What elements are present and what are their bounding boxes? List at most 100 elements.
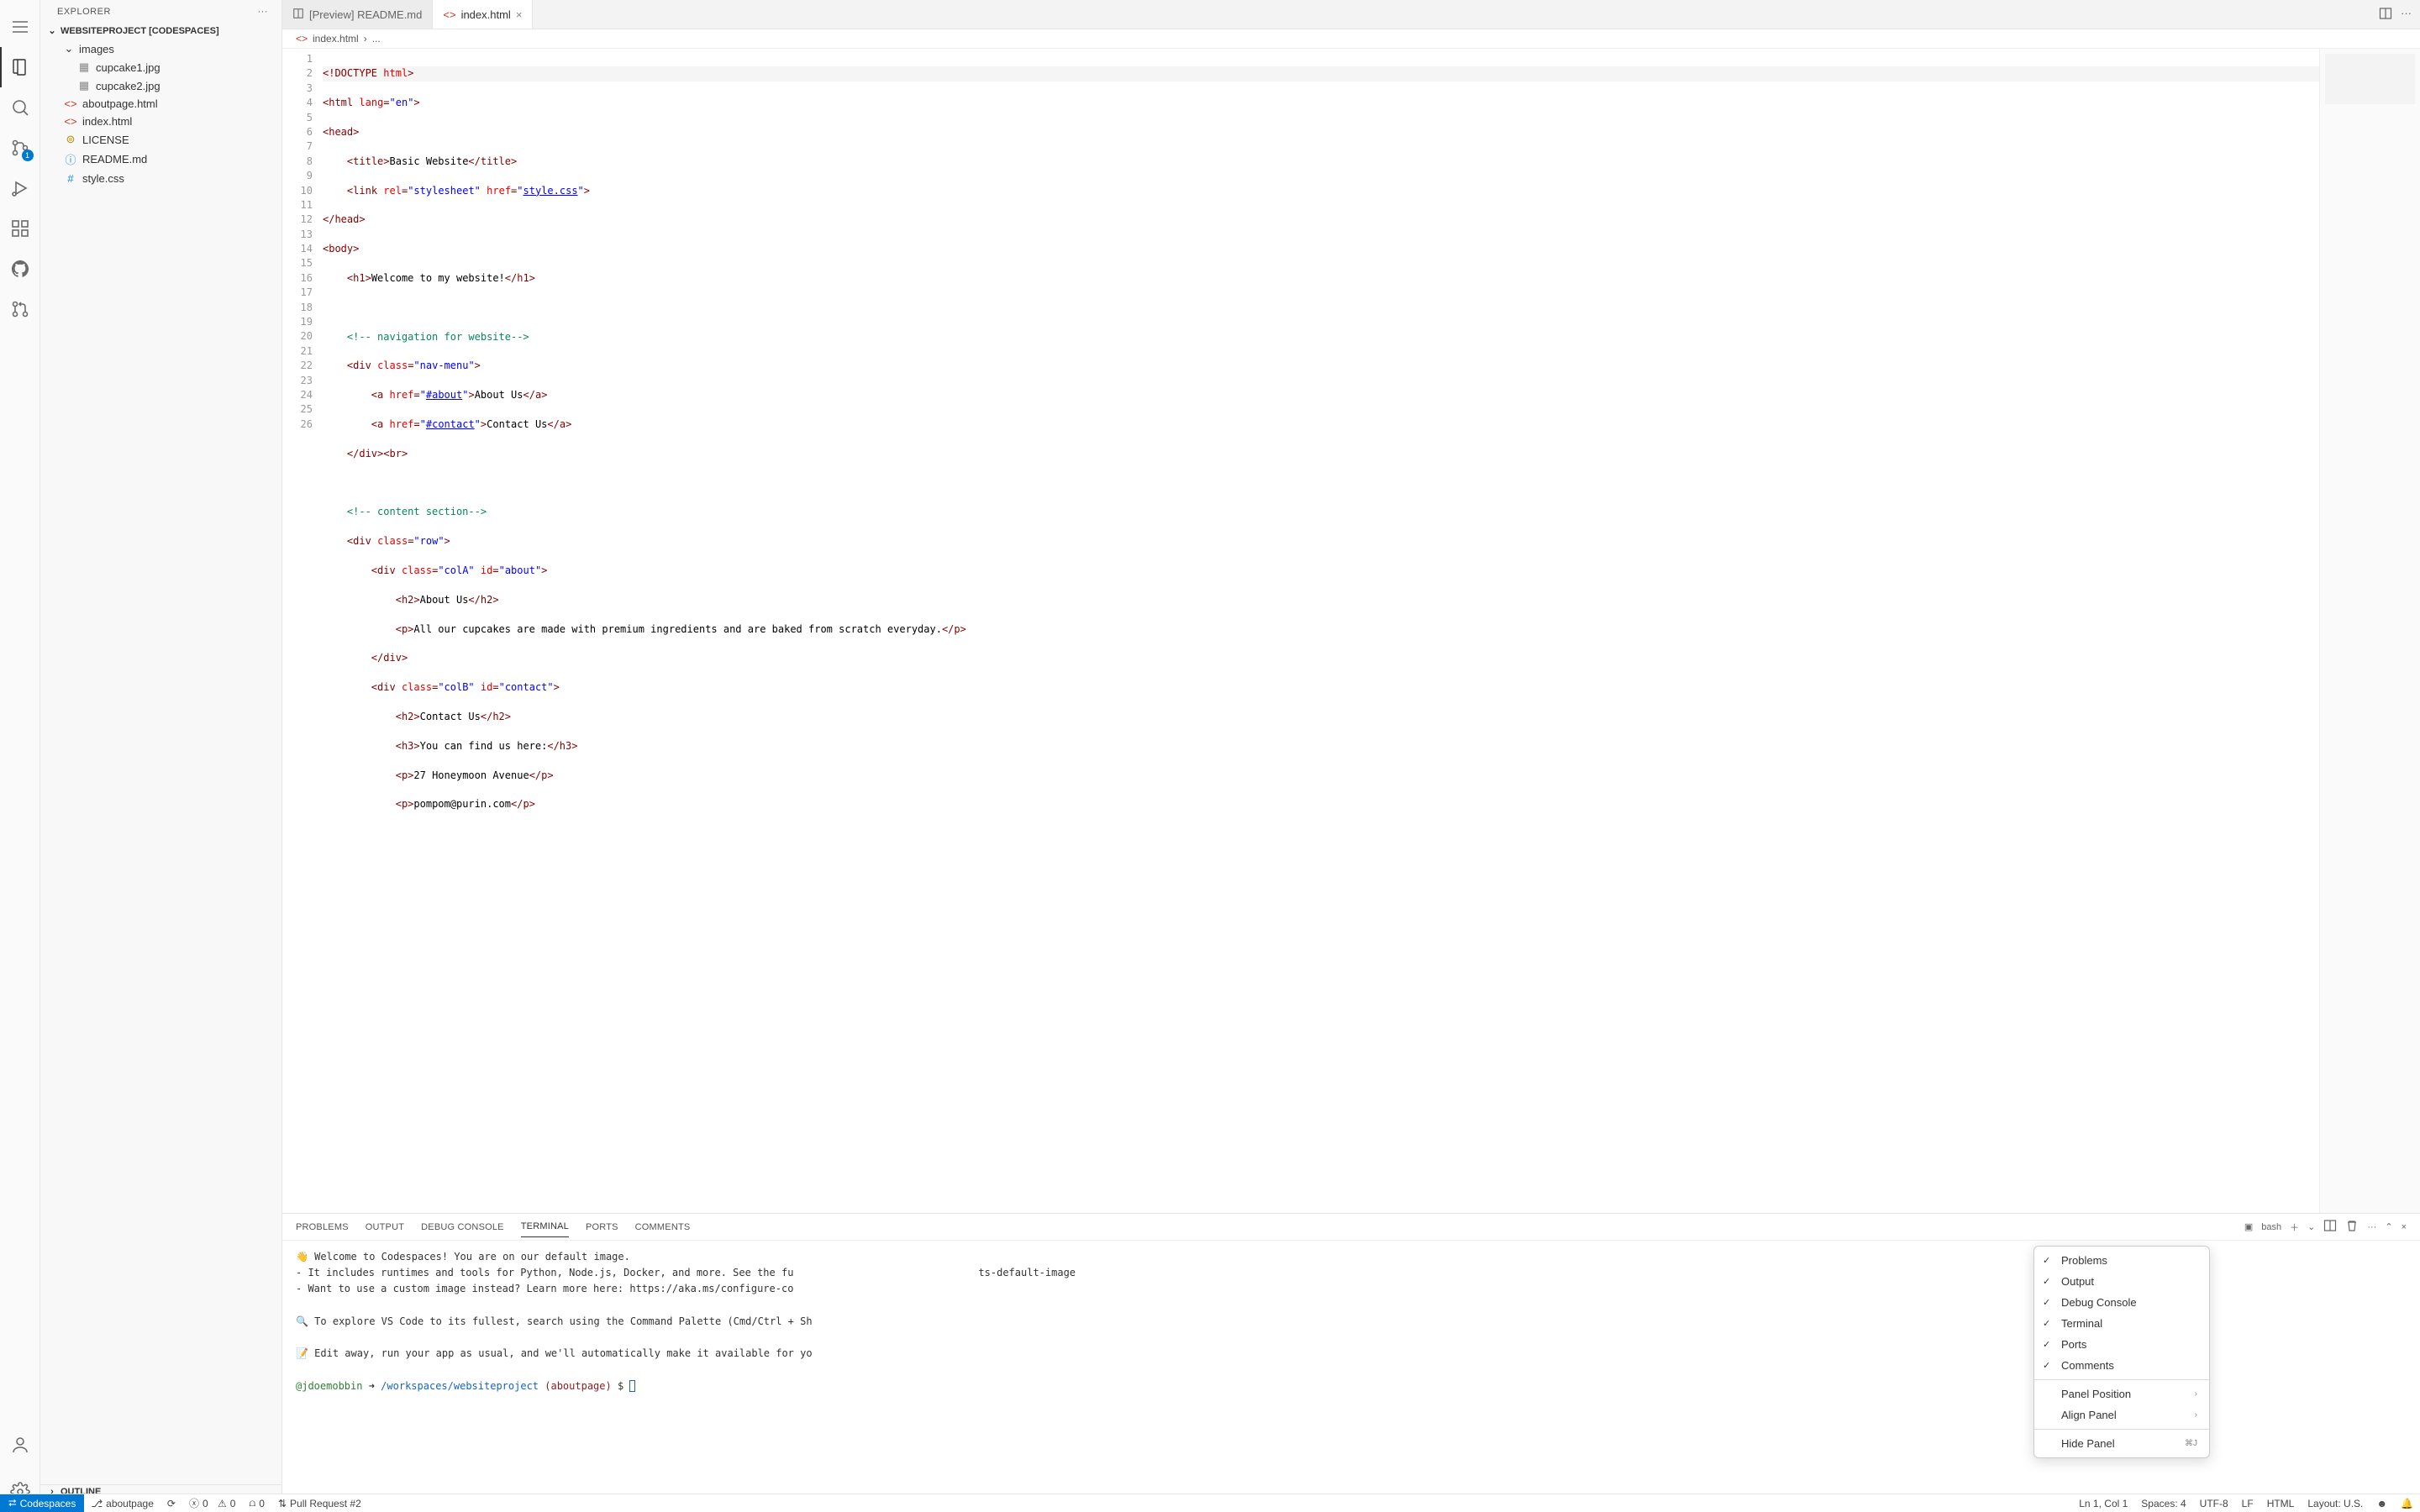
accounts-icon[interactable] (0, 1425, 40, 1465)
menu-label: Panel Position (2061, 1388, 2131, 1400)
sb-sync[interactable]: ⟳ (160, 1494, 182, 1512)
explorer-icon[interactable] (0, 47, 40, 87)
sb-ports[interactable]: ⩍0 (242, 1494, 271, 1512)
file-cupcake2[interactable]: ▦ cupcake2.jpg (40, 76, 281, 95)
prompt-branch: aboutpage (550, 1380, 605, 1392)
terminal-line: - Want to use a custom image instead? Le… (296, 1283, 793, 1294)
file-label: aboutpage.html (82, 97, 158, 110)
menu-item-problems[interactable]: ✓Problems (2034, 1250, 2209, 1271)
terminal-shell-label[interactable]: bash (2261, 1222, 2281, 1232)
terminal-line: 🔍 To explore VS Code to its fullest, sea… (296, 1315, 813, 1327)
code-content[interactable]: <!DOCTYPE html> <html lang="en"> <head> … (323, 49, 2319, 1213)
maximize-panel-icon[interactable]: ⌃ (2385, 1221, 2392, 1232)
project-section[interactable]: ⌄ WEBSITEPROJECT [CODESPACES] (40, 24, 281, 38)
sb-problems[interactable]: ⓧ0 ⚠0 (182, 1494, 243, 1512)
sb-cursor-position[interactable]: Ln 1, Col 1 (2072, 1498, 2134, 1509)
css-file-icon: # (64, 172, 77, 185)
sb-label: 0 (203, 1498, 208, 1509)
image-file-icon: ▦ (77, 79, 91, 92)
sb-branch[interactable]: ⎇aboutpage (84, 1494, 160, 1512)
menu-item-panel-position[interactable]: Panel Position› (2034, 1383, 2209, 1404)
menu-icon[interactable] (0, 7, 40, 47)
panel-tab-output[interactable]: OUTPUT (366, 1217, 404, 1237)
new-terminal-icon[interactable]: ＋ (2290, 1221, 2299, 1234)
close-panel-icon[interactable]: × (2402, 1222, 2407, 1232)
file-readme[interactable]: ⓘREADME.md (40, 149, 281, 170)
sb-eol[interactable]: LF (2235, 1498, 2260, 1509)
file-label: index.html (82, 115, 132, 128)
sb-label: Pull Request #2 (290, 1498, 361, 1509)
branch-icon: ⎇ (91, 1498, 103, 1509)
code-editor[interactable]: 1234567891011121314151617181920212223242… (282, 49, 2420, 1213)
file-label: cupcake1.jpg (96, 61, 160, 74)
menu-label: Ports (2061, 1338, 2086, 1351)
terminal-line: 👋 Welcome to Codespaces! You are on our … (296, 1251, 630, 1263)
sync-icon: ⟳ (167, 1498, 176, 1509)
sb-pull-request[interactable]: ⇅Pull Request #2 (271, 1494, 368, 1512)
split-terminal-icon[interactable] (2323, 1219, 2337, 1235)
menu-item-debug[interactable]: ✓Debug Console (2034, 1292, 2209, 1313)
check-icon: ✓ (2043, 1276, 2054, 1287)
sb-label: Codespaces (20, 1498, 76, 1509)
tab-preview-readme[interactable]: [Preview] README.md (282, 0, 433, 29)
panel-tab-ports[interactable]: PORTS (586, 1217, 618, 1237)
prompt-paren: ) (606, 1380, 618, 1392)
file-cupcake1[interactable]: ▦cupcake1.jpg (40, 58, 281, 76)
chevron-right-icon: › (2195, 1410, 2197, 1420)
terminal-dropdown-icon[interactable]: ⌄ (2307, 1221, 2315, 1232)
file-style[interactable]: # style.css (40, 170, 281, 187)
panel-tab-debug[interactable]: DEBUG CONSOLE (421, 1217, 504, 1237)
kill-terminal-icon[interactable] (2345, 1219, 2359, 1235)
menu-item-output[interactable]: ✓Output (2034, 1271, 2209, 1292)
file-aboutpage[interactable]: <> aboutpage.html (40, 95, 281, 113)
html-file-icon: <> (64, 97, 77, 110)
sb-codespaces[interactable]: ⮂Codespaces (0, 1494, 84, 1512)
file-license[interactable]: ⊜LICENSE (40, 130, 281, 149)
extensions-icon[interactable] (0, 208, 40, 249)
terminal-line: 📝 Edit away, run your app as usual, and … (296, 1347, 813, 1359)
menu-shortcut: ⌘J (2185, 1439, 2197, 1448)
pull-requests-icon[interactable] (0, 289, 40, 329)
file-tree: ⌄images ▦cupcake1.jpg ▦ cupcake2.jpg <> ab… (40, 38, 281, 1484)
tab-index-html[interactable]: <> index.html × (433, 0, 533, 29)
file-label: style.css (82, 172, 124, 185)
sidebar-title: EXPLORER (57, 7, 111, 17)
file-label: cupcake2.jpg (96, 80, 160, 92)
sb-layout[interactable]: Layout: U.S. (2301, 1498, 2370, 1509)
menu-item-terminal[interactable]: ✓Terminal (2034, 1313, 2209, 1334)
menu-item-comments[interactable]: ✓Comments (2034, 1355, 2209, 1376)
sb-language[interactable]: HTML (2260, 1498, 2302, 1509)
html-file-icon: <> (64, 115, 77, 128)
menu-item-hide-panel[interactable]: Hide Panel⌘J (2034, 1433, 2209, 1454)
panel-more-icon[interactable]: ··· (2367, 1222, 2376, 1232)
breadcrumb-file: index.html (313, 33, 359, 45)
prompt-arrow: ➜ (362, 1380, 381, 1392)
search-icon[interactable] (0, 87, 40, 128)
more-icon[interactable]: ··· (2401, 7, 2412, 23)
run-debug-icon[interactable] (0, 168, 40, 208)
folder-images[interactable]: ⌄images (40, 39, 281, 58)
panel-tab-comments[interactable]: COMMENTS (635, 1217, 691, 1237)
status-bar: ⮂Codespaces ⎇aboutpage ⟳ ⓧ0 ⚠0 ⩍0 ⇅Pull … (0, 1494, 2420, 1512)
minimap[interactable] (2319, 49, 2420, 1213)
prompt-symbol: $ (618, 1380, 629, 1392)
panel-tab-terminal[interactable]: TERMINAL (521, 1216, 569, 1237)
sidebar-more-icon[interactable]: ··· (258, 7, 269, 17)
menu-item-align-panel[interactable]: Align Panel› (2034, 1404, 2209, 1425)
sb-feedback-icon[interactable]: ☻ (2370, 1498, 2394, 1509)
panel-tab-problems[interactable]: PROBLEMS (296, 1217, 349, 1237)
prompt-path: /workspaces/websiteproject (381, 1380, 539, 1392)
breadcrumb[interactable]: <> index.html › ... (282, 29, 2420, 49)
split-editor-icon[interactable] (2379, 7, 2392, 23)
sb-encoding[interactable]: UTF-8 (2193, 1498, 2235, 1509)
check-icon: ✓ (2043, 1255, 2054, 1266)
file-index[interactable]: <> index.html (40, 113, 281, 130)
prompt-paren: ( (539, 1380, 550, 1392)
sb-spaces[interactable]: Spaces: 4 (2134, 1498, 2192, 1509)
source-control-icon[interactable]: 1 (0, 128, 40, 168)
close-icon[interactable]: × (516, 8, 523, 21)
sb-notifications-icon[interactable]: 🔔 (2394, 1498, 2420, 1509)
menu-item-ports[interactable]: ✓Ports (2034, 1334, 2209, 1355)
editor-tabs: [Preview] README.md <> index.html × ··· (282, 0, 2420, 29)
github-icon[interactable] (0, 249, 40, 289)
